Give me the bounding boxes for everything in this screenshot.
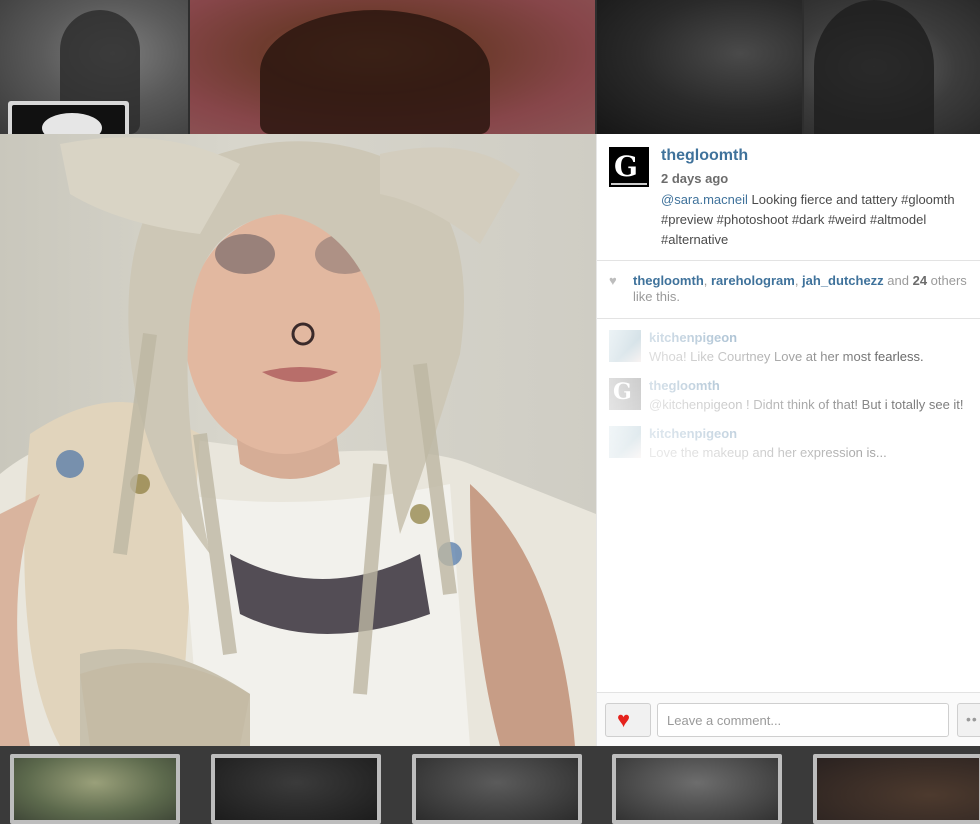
list-item: G thegloomth @kitchenpigeon ! Didnt thin… — [597, 368, 980, 412]
gloomth-logo-icon: G — [613, 379, 632, 405]
photo-modal: G thegloomth 2 days ago @sara.macneil Lo… — [0, 134, 980, 746]
post-caption: @sara.macneil Looking fierce and tattery… — [661, 190, 979, 250]
comment-bar: ♥ •• — [597, 692, 980, 746]
post-header: G thegloomth 2 days ago @sara.macneil Lo… — [597, 134, 980, 261]
avatar[interactable] — [609, 426, 641, 458]
list-item: kitchenpigeon Whoa! Like Courtney Love a… — [597, 320, 980, 364]
caption-mention-link[interactable]: @sara.macneil — [661, 192, 748, 207]
post-username[interactable]: thegloomth — [661, 147, 748, 165]
comments-list: kitchenpigeon Whoa! Like Courtney Love a… — [597, 320, 980, 692]
avatar[interactable]: G — [609, 147, 649, 187]
post-photo[interactable] — [0, 134, 596, 746]
ellipsis-icon: •• — [966, 711, 978, 727]
grid-photo[interactable] — [412, 754, 582, 824]
like-user-link[interactable]: jah_dutchezz — [802, 273, 884, 288]
grid-photo[interactable] — [813, 754, 980, 824]
post-photo-illustration — [0, 137, 596, 746]
post-timestamp: 2 days ago — [661, 171, 729, 186]
grid-photo[interactable] — [211, 754, 381, 824]
grid-photo[interactable] — [597, 0, 802, 134]
comment-username[interactable]: thegloomth — [649, 378, 720, 393]
like-user-link[interactable]: thegloomth — [633, 273, 704, 288]
gloomth-logo-icon: G — [614, 150, 638, 183]
post-details-panel: G thegloomth 2 days ago @sara.macneil Lo… — [596, 134, 980, 746]
avatar[interactable] — [609, 330, 641, 362]
heart-icon: ♥ — [617, 707, 631, 732]
heart-icon: ♥ — [609, 273, 617, 288]
comment-username[interactable]: kitchenpigeon — [649, 426, 737, 441]
list-item: kitchenpigeon Love the makeup and her ex… — [597, 416, 980, 460]
more-options-button[interactable]: •• — [957, 703, 980, 737]
avatar[interactable]: G — [609, 378, 641, 410]
grid-photo[interactable] — [804, 0, 980, 134]
comment-text: Whoa! Like Courtney Love at her most fea… — [649, 349, 924, 364]
like-user-link[interactable]: rarehologram — [711, 273, 795, 288]
like-button[interactable]: ♥ — [605, 703, 651, 737]
comment-username[interactable]: kitchenpigeon — [649, 330, 737, 345]
comment-text: @kitchenpigeon ! Didnt think of that! Bu… — [649, 397, 964, 412]
background-photo-grid-bottom — [0, 746, 980, 824]
comment-input[interactable] — [657, 703, 949, 737]
grid-photo[interactable] — [190, 0, 595, 134]
likes-summary: ♥ thegloomth, rarehologram, jah_dutchezz… — [597, 261, 980, 319]
grid-photo[interactable] — [10, 754, 180, 824]
grid-photo[interactable] — [612, 754, 782, 824]
comment-text: Love the makeup and her expression is... — [649, 445, 887, 460]
background-photo-grid-top — [0, 0, 980, 141]
likes-text: thegloomth, rarehologram, jah_dutchezz a… — [633, 273, 967, 304]
likes-count[interactable]: 24 — [913, 273, 927, 288]
